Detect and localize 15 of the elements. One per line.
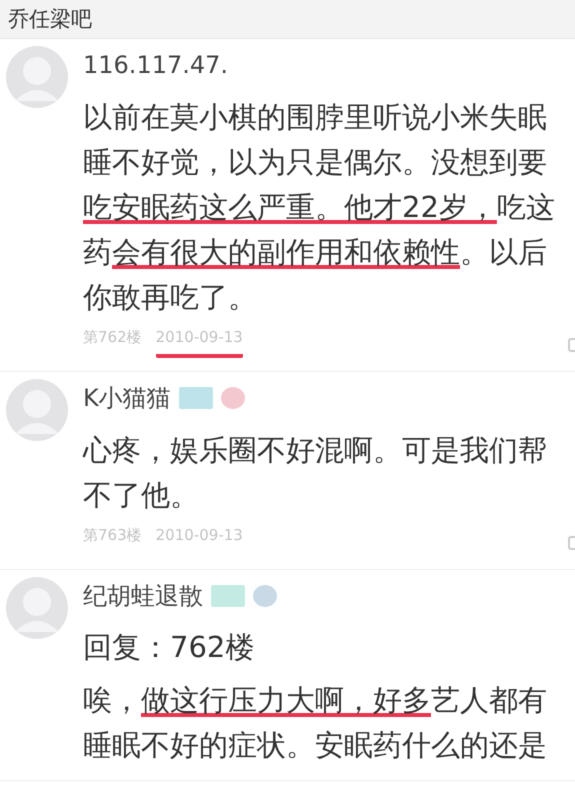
floor-number: 第762楼 bbox=[83, 328, 142, 348]
post-date: 2010-09-13 bbox=[156, 526, 243, 546]
avatar-icon bbox=[5, 45, 69, 109]
avatar-icon bbox=[5, 378, 69, 442]
forum-title: 乔任梁吧 bbox=[8, 6, 92, 33]
post-text: 唉，做这行压力大啊，好多艺人都有睡眠不好的症状。安眠药什么的还是 bbox=[83, 682, 548, 764]
username[interactable]: K小猫猫 bbox=[83, 382, 171, 414]
post-date: 2010-09-13 bbox=[156, 328, 243, 358]
username[interactable]: 116.117.47. bbox=[83, 51, 228, 79]
post-text: 以前在莫小棋的围脖里听说小米失眠睡不好觉，以为只是偶尔。没想到要 吃安眠药这么严重。他才22岁，吃这药会有很大的副作用和依赖性。以后你敢再吃了。 bbox=[83, 99, 556, 316]
floor-number: 第763楼 bbox=[83, 526, 142, 546]
reply-to-text: 回复：762楼 bbox=[83, 629, 256, 666]
username[interactable]: 纪胡蛙退散 bbox=[83, 580, 203, 612]
post-text: 心疼，娱乐圈不好混啊。可是我们帮不了他。 bbox=[83, 432, 548, 514]
avatar-icon bbox=[5, 576, 69, 640]
